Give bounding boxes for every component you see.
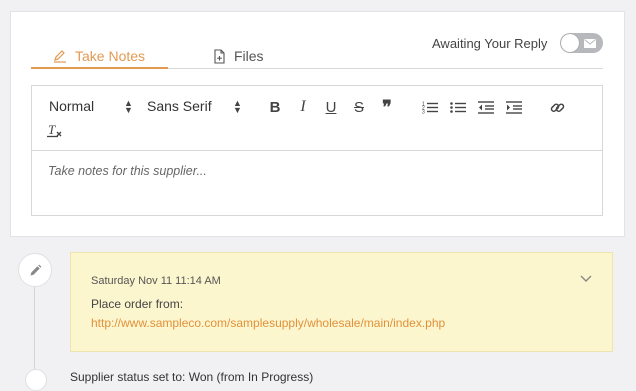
- italic-icon: I: [300, 98, 306, 115]
- note-link[interactable]: http://www.sampleco.com/samplesupply/who…: [91, 316, 445, 330]
- timeline-note-marker: [18, 253, 52, 287]
- mail-icon: [584, 39, 596, 48]
- tab-label: Take Notes: [75, 48, 146, 64]
- bullet-list-button[interactable]: [449, 98, 467, 116]
- underline-icon: U: [325, 98, 337, 116]
- notes-card: Take Notes Files Awaiting Your Reply Nor…: [10, 11, 625, 237]
- ordered-list-button[interactable]: 1 2 3: [421, 98, 439, 116]
- underline-button[interactable]: U: [322, 98, 340, 116]
- status-change-text: Supplier status set to: Won (from In Pro…: [70, 370, 314, 384]
- quote-icon: ❞: [382, 96, 392, 117]
- strikethrough-icon: S: [353, 98, 364, 116]
- bold-button[interactable]: B: [266, 98, 284, 116]
- link-icon: [550, 102, 564, 112]
- tab-files[interactable]: Files: [213, 42, 264, 70]
- active-tab-indicator: [31, 67, 168, 69]
- timeline-note: Saturday Nov 11 11:14 AM Place order fro…: [70, 252, 613, 352]
- editor-toolbar: Normal ▲ ▼ Sans Serif ▲ ▼ B I U S ❞ 1 2 3: [32, 86, 602, 151]
- indent-button[interactable]: [505, 98, 523, 116]
- note-date: Saturday Nov 11 11:14 AM: [91, 275, 221, 287]
- pencil-icon: [54, 50, 66, 63]
- bold-icon: B: [269, 98, 281, 116]
- chevron-down-icon[interactable]: [580, 275, 592, 283]
- toggle-knob: [561, 34, 579, 52]
- outdent-icon: [478, 100, 494, 114]
- awaiting-reply-label: Awaiting Your Reply: [432, 36, 548, 51]
- clear-format-button[interactable]: T: [46, 121, 64, 139]
- updown-icon: ▲ ▼: [124, 98, 133, 115]
- bullet-list-icon: [450, 101, 466, 113]
- ordered-list-icon: 1 2 3: [422, 101, 438, 114]
- notes-editor: Normal ▲ ▼ Sans Serif ▲ ▼ B I U S ❞ 1 2 3: [31, 85, 603, 216]
- clear-format-icon: T: [47, 123, 62, 137]
- blockquote-button[interactable]: ❞: [378, 96, 396, 117]
- tab-label: Files: [234, 48, 264, 64]
- font-picker[interactable]: Sans Serif ▲ ▼: [147, 98, 242, 115]
- file-add-icon: [214, 48, 225, 64]
- note-text: Place order from:: [91, 297, 184, 311]
- notes-input-placeholder[interactable]: Take notes for this supplier...: [48, 164, 207, 178]
- awaiting-reply-toggle[interactable]: [560, 33, 603, 53]
- outdent-button[interactable]: [477, 98, 495, 116]
- font-picker-value: Sans Serif: [147, 98, 212, 114]
- format-picker-value: Normal: [49, 98, 95, 114]
- updown-icon: ▲ ▼: [233, 98, 242, 115]
- italic-button[interactable]: I: [294, 98, 312, 116]
- link-button[interactable]: [548, 98, 566, 116]
- svg-text:T: T: [48, 123, 56, 137]
- tab-take-notes[interactable]: Take Notes: [53, 42, 145, 70]
- indent-icon: [506, 100, 522, 114]
- format-picker[interactable]: Normal ▲ ▼: [49, 98, 133, 115]
- timeline-status-marker: [25, 369, 47, 391]
- pencil-icon: [30, 264, 41, 275]
- svg-text:3: 3: [422, 109, 425, 114]
- strikethrough-button[interactable]: S: [350, 98, 368, 116]
